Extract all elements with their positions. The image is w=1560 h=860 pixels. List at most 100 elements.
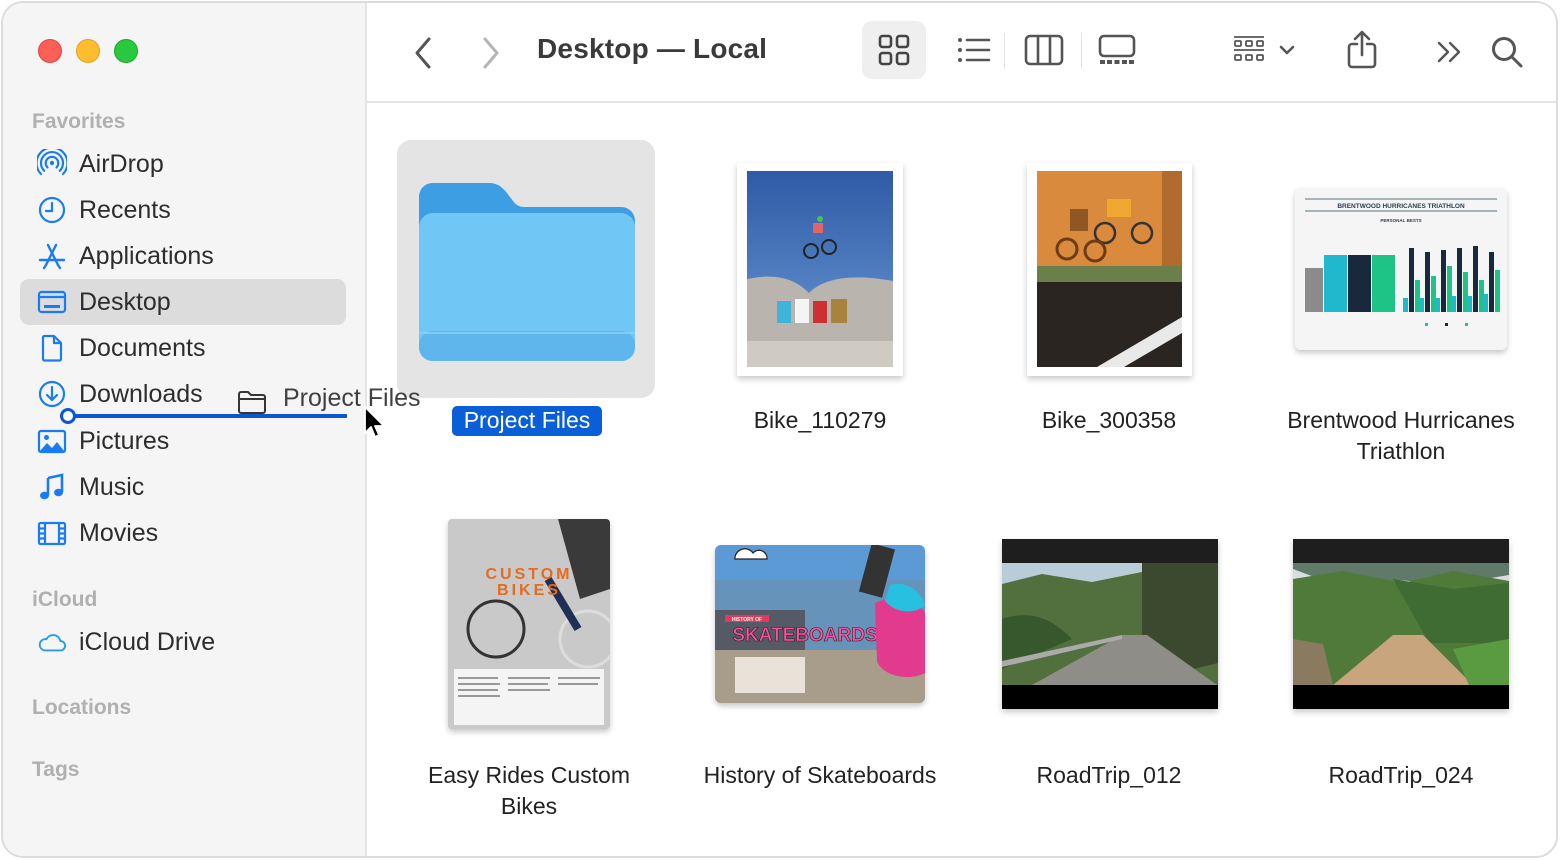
chevron-left-icon xyxy=(415,37,431,69)
bmx-photo-preview xyxy=(747,171,893,367)
share-icon xyxy=(1347,30,1377,69)
file-item-roadtrip-024[interactable]: RoadTrip_024 xyxy=(1256,458,1546,838)
window-title: Desktop — Local xyxy=(537,33,768,64)
sidebar-item-label: Desktop xyxy=(79,287,171,316)
section-icloud: iCloud xyxy=(32,588,98,611)
custom-bikes-poster-preview: CUSTOM BIKES xyxy=(448,519,610,729)
chevron-right-icon xyxy=(483,37,499,69)
drop-indicator-dot xyxy=(60,408,76,424)
document-thumbnail: CUSTOM BIKES xyxy=(448,519,610,729)
column-view-button[interactable] xyxy=(1012,21,1076,79)
presentation-thumbnail: HISTORY OF SKATEBOARDS xyxy=(715,545,925,703)
file-item-easy-rides-custom-bikes[interactable]: CUSTOM BIKES Easy Rides Custom Bikes xyxy=(384,458,674,838)
file-label[interactable]: History of Skateboards xyxy=(675,760,965,791)
chevron-down-icon xyxy=(1279,45,1295,55)
file-item-roadtrip-012[interactable]: RoadTrip_012 xyxy=(964,458,1254,838)
grid-icon xyxy=(878,34,910,66)
sidebar: Favorites AirDrop Recents Applications D… xyxy=(3,3,367,856)
sidebar-item-recents[interactable]: Recents xyxy=(20,187,346,233)
group-by-button[interactable] xyxy=(1229,21,1299,79)
sidebar-item-label: iCloud Drive xyxy=(79,627,216,656)
file-label[interactable]: Easy Rides Custom Bikes xyxy=(384,760,674,822)
sidebar-item-label: AirDrop xyxy=(79,149,164,178)
toolbar: Desktop — Local xyxy=(367,3,1556,103)
pictures-icon xyxy=(36,425,68,457)
list-icon xyxy=(958,38,991,62)
sidebar-item-label: Music xyxy=(79,472,145,501)
sidebar-item-airdrop[interactable]: AirDrop xyxy=(20,141,346,187)
desktop-icon xyxy=(36,286,68,318)
file-item-history-of-skateboards[interactable]: HISTORY OF SKATEBOARDS History of Skateb… xyxy=(675,458,965,838)
mountain-road-video-preview xyxy=(1002,539,1218,709)
file-item-bike-110279[interactable]: Bike_110279 xyxy=(675,103,965,463)
sidebar-item-label: Documents xyxy=(79,333,206,362)
thumb-title: CUSTOM xyxy=(485,566,572,583)
file-item-bike-300358[interactable]: Bike_300358 xyxy=(964,103,1254,463)
thumb-title: SKATEBOARDS xyxy=(732,625,877,646)
close-button[interactable] xyxy=(38,39,62,63)
music-icon xyxy=(36,471,68,503)
search-button[interactable] xyxy=(1482,25,1532,79)
sidebar-item-movies[interactable]: Movies xyxy=(20,510,346,556)
file-grid: Project Files Bike_110279 Bike_300358 BR… xyxy=(367,103,1556,856)
sidebar-item-label: Pictures xyxy=(79,426,170,455)
gallery-view-button[interactable] xyxy=(1085,21,1149,79)
more-toolbar-button[interactable] xyxy=(1425,25,1475,79)
sidebar-item-label: Recents xyxy=(79,195,171,224)
cloud-icon xyxy=(36,626,68,658)
document-icon xyxy=(36,332,68,364)
sidebar-item-music[interactable]: Music xyxy=(20,464,346,510)
section-locations[interactable]: Locations xyxy=(32,696,131,720)
file-label[interactable]: RoadTrip_024 xyxy=(1256,760,1546,791)
file-label[interactable]: RoadTrip_012 xyxy=(964,760,1254,791)
share-button[interactable] xyxy=(1332,19,1392,81)
file-item-brentwood-hurricanes-triathlon[interactable]: BRENTWOOD HURRICANES TRIATHLON PERSONAL … xyxy=(1256,103,1546,464)
sidebar-item-desktop[interactable]: Desktop xyxy=(20,279,346,325)
section-tags[interactable]: Tags xyxy=(32,758,79,782)
window-controls xyxy=(38,39,138,63)
document-thumbnail: BRENTWOOD HURRICANES TRIATHLON PERSONAL … xyxy=(1295,188,1507,350)
mouse-cursor-icon xyxy=(364,406,385,438)
image-thumbnail xyxy=(1027,163,1192,376)
sidebar-item-label: Applications xyxy=(79,241,214,270)
applications-icon xyxy=(36,240,68,272)
clock-icon xyxy=(36,194,68,226)
double-chevron-icon xyxy=(1437,41,1461,63)
download-icon xyxy=(36,378,68,410)
sidebar-item-pictures[interactable]: Pictures xyxy=(20,418,346,464)
section-favorites: Favorites xyxy=(32,110,126,133)
drag-preview: Project Files xyxy=(237,381,421,415)
sidebar-item-icloud-drive[interactable]: iCloud Drive xyxy=(20,619,346,665)
triathlon-chart-preview: BRENTWOOD HURRICANES TRIATHLON PERSONAL … xyxy=(1295,188,1507,350)
zoom-button[interactable] xyxy=(114,39,138,63)
sidebar-item-label: Downloads xyxy=(79,379,203,408)
file-label[interactable]: Bike_300358 xyxy=(964,405,1254,436)
icon-view-button[interactable] xyxy=(862,21,926,79)
image-thumbnail xyxy=(737,163,903,376)
list-view-button[interactable] xyxy=(942,21,1006,79)
thumb-title: BRENTWOOD HURRICANES TRIATHLON xyxy=(1337,203,1465,210)
video-thumbnail xyxy=(1002,539,1218,709)
sidebar-item-applications[interactable]: Applications xyxy=(20,233,346,279)
sidebar-item-label: Movies xyxy=(79,518,159,547)
drag-preview-label: Project Files xyxy=(283,383,421,412)
skateboards-slide-preview: HISTORY OF SKATEBOARDS xyxy=(715,545,925,703)
columns-icon xyxy=(1024,34,1064,66)
minimize-button[interactable] xyxy=(76,39,100,63)
folder-icon xyxy=(419,183,635,361)
toolbar-separator xyxy=(1081,33,1082,69)
group-icon xyxy=(1234,36,1264,61)
forward-button[interactable] xyxy=(473,33,509,73)
finder-window: Favorites AirDrop Recents Applications D… xyxy=(1,1,1558,858)
thumb-subtitle: PERSONAL BESTS xyxy=(1380,218,1421,223)
video-thumbnail xyxy=(1293,539,1509,709)
back-button[interactable] xyxy=(405,33,441,73)
thumb-kicker: HISTORY OF xyxy=(732,617,762,623)
thumb-title-line2: BIKES xyxy=(497,582,561,599)
dirt-trail-video-preview xyxy=(1293,539,1509,709)
search-icon xyxy=(1492,37,1523,68)
folder-outline-icon xyxy=(238,391,266,414)
movies-icon xyxy=(36,517,68,549)
file-label[interactable]: Bike_110279 xyxy=(675,405,965,436)
sidebar-item-documents[interactable]: Documents xyxy=(20,325,346,371)
